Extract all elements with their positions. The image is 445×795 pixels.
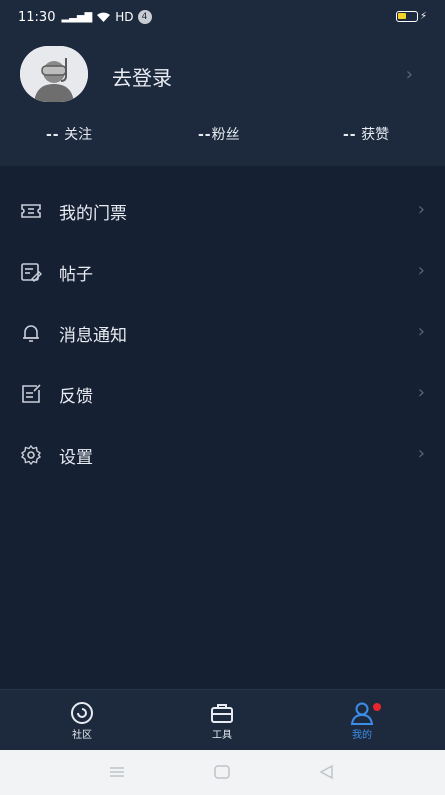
- gear-icon: [20, 444, 42, 466]
- toolbox-icon: [211, 704, 233, 723]
- menu-item-feedback[interactable]: 反馈 ›: [0, 363, 445, 424]
- back-icon[interactable]: [318, 764, 336, 780]
- avatar[interactable]: [20, 46, 88, 102]
- stat-fans[interactable]: --粉丝: [198, 124, 240, 144]
- stat-following[interactable]: -- 关注: [46, 124, 92, 144]
- menu-item-label: 消息通知: [59, 326, 127, 346]
- stat-label: 获赞: [361, 127, 390, 143]
- menu-item-notifications[interactable]: 消息通知 ›: [0, 302, 445, 363]
- tab-tools[interactable]: 工具: [182, 690, 262, 751]
- profile-header: 去登录 › -- 关注 --粉丝 -- 获赞: [0, 34, 445, 166]
- menu-item-posts[interactable]: 帖子 ›: [0, 241, 445, 302]
- menu-item-label: 我的门票: [59, 204, 127, 224]
- signal-icon: ▂▃▅▇: [61, 11, 93, 23]
- system-nav-bar: [0, 750, 445, 795]
- bell-icon: [23, 325, 39, 342]
- tab-mine[interactable]: 我的: [322, 690, 402, 751]
- tab-community[interactable]: 社区: [42, 690, 122, 751]
- network-type: HD: [115, 10, 134, 24]
- notification-dot: [373, 703, 381, 711]
- stat-label: 粉丝: [211, 127, 240, 143]
- stat-value: --: [198, 127, 212, 143]
- chevron-right-icon: ›: [417, 443, 425, 464]
- tab-label: 工具: [212, 730, 232, 741]
- clock: 11:30: [18, 9, 56, 25]
- menu-item-label: 帖子: [59, 265, 93, 285]
- menu-item-label: 设置: [59, 448, 93, 468]
- chevron-right-icon: ›: [417, 382, 425, 403]
- menu-item-tickets[interactable]: 我的门票 ›: [0, 180, 445, 241]
- post-icon: [21, 263, 42, 282]
- chevron-right-icon: ›: [405, 64, 413, 85]
- menu-list: 我的门票 › 帖子 › 消息通知 › 反馈 › 设置 ›: [0, 180, 445, 485]
- wifi-icon: [97, 12, 111, 22]
- stat-value: --: [343, 127, 357, 143]
- tab-label: 我的: [352, 730, 372, 741]
- home-icon[interactable]: [213, 764, 231, 780]
- user-icon: [350, 702, 374, 725]
- battery-icon: ⚡: [395, 11, 427, 22]
- community-icon: [71, 702, 93, 724]
- chevron-right-icon: ›: [417, 321, 425, 342]
- menu-item-label: 反馈: [59, 387, 93, 407]
- stat-likes[interactable]: -- 获赞: [343, 124, 389, 144]
- menu-icon[interactable]: [108, 764, 126, 780]
- feedback-icon: [22, 384, 41, 403]
- network-badge: 4: [137, 10, 152, 24]
- login-link[interactable]: 去登录: [112, 62, 172, 91]
- stat-label: 关注: [64, 127, 93, 143]
- stat-value: --: [46, 127, 60, 143]
- tab-label: 社区: [72, 730, 92, 741]
- chevron-right-icon: ›: [417, 199, 425, 220]
- ticket-icon: [21, 204, 41, 218]
- status-bar: 11:30 ▂▃▅▇ HD 4 ⚡: [0, 0, 445, 34]
- menu-item-settings[interactable]: 设置 ›: [0, 424, 445, 485]
- bottom-tab-bar: 社区 工具 我的: [0, 689, 445, 751]
- chevron-right-icon: ›: [417, 260, 425, 281]
